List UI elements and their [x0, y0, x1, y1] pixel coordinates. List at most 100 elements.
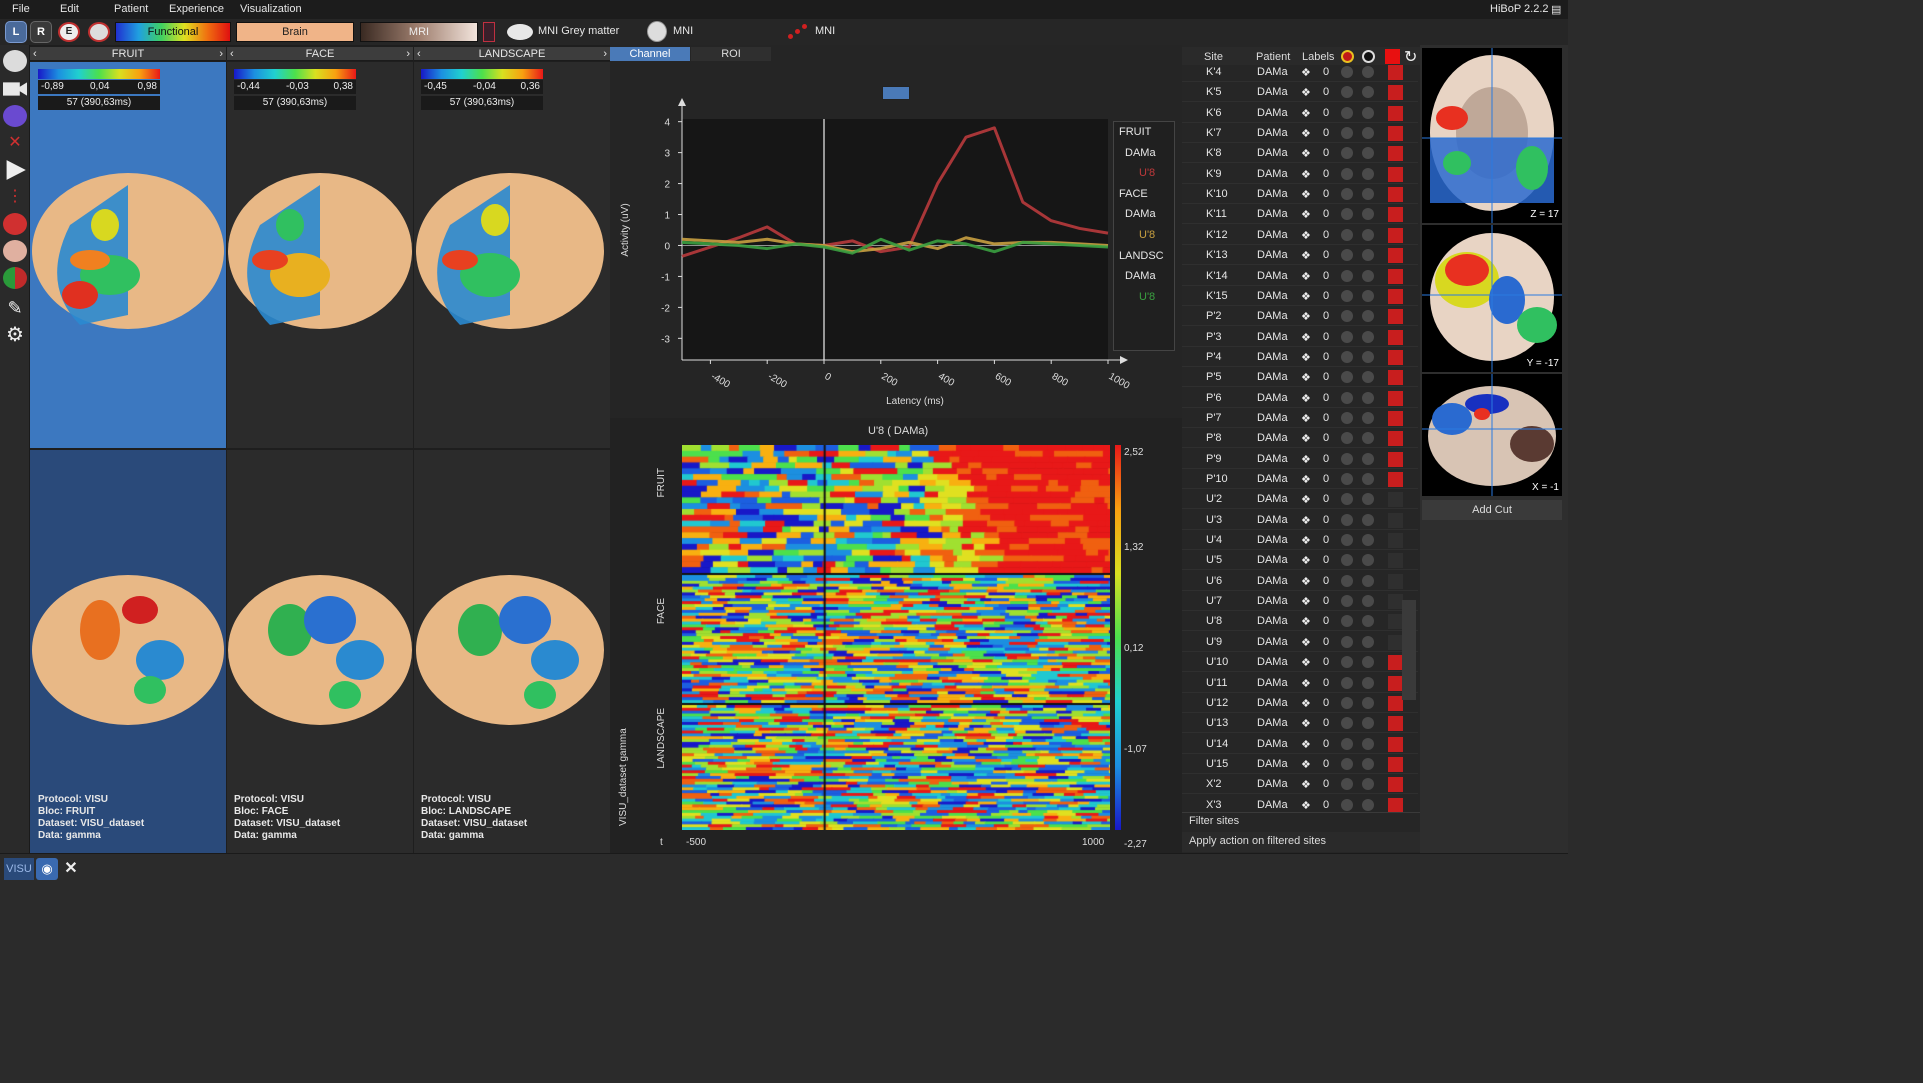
tag-icon[interactable]: ❖: [1301, 799, 1311, 812]
colormap-mri-button[interactable]: MRI: [360, 22, 478, 42]
apply-action-button[interactable]: Apply action on filtered sites: [1182, 832, 1420, 852]
highlight-toggle[interactable]: [1341, 595, 1353, 608]
eye-icon[interactable]: ◉: [36, 858, 58, 880]
tag-icon[interactable]: ❖: [1301, 717, 1311, 730]
highlight-toggle[interactable]: [1341, 432, 1353, 445]
blacklist-toggle[interactable]: [1362, 350, 1374, 363]
blacklist-toggle[interactable]: [1362, 269, 1374, 282]
cut-brain-icon[interactable]: [3, 240, 27, 262]
roi-toggle[interactable]: [1388, 797, 1403, 812]
site-row[interactable]: U'11 DAMa ❖ 0: [1182, 673, 1418, 693]
roi-toggle[interactable]: [1388, 248, 1403, 264]
column-header-landscape[interactable]: ‹ LANDSCAPE ›: [414, 47, 610, 61]
tag-icon[interactable]: ❖: [1301, 432, 1311, 445]
blacklist-toggle[interactable]: [1362, 635, 1374, 648]
blacklist-toggle[interactable]: [1362, 778, 1374, 791]
tag-icon[interactable]: ❖: [1301, 575, 1311, 588]
roi-toggle[interactable]: [1388, 288, 1403, 304]
roi-toggle[interactable]: [1388, 634, 1403, 650]
highlight-toggle[interactable]: [1341, 635, 1353, 648]
blacklist-toggle[interactable]: [1362, 717, 1374, 730]
menu-edit[interactable]: Edit: [60, 3, 79, 15]
highlight-toggle[interactable]: [1341, 656, 1353, 669]
sites-icon[interactable]: [788, 24, 808, 40]
site-row[interactable]: P'2 DAMa ❖ 0: [1182, 306, 1418, 327]
blacklist-toggle[interactable]: [1362, 595, 1374, 608]
blacklist-toggle[interactable]: [1362, 371, 1374, 384]
tag-icon[interactable]: ❖: [1301, 208, 1311, 221]
site-row[interactable]: U'6 DAMa ❖ 0: [1182, 571, 1418, 591]
site-row[interactable]: U'14 DAMa ❖ 0: [1182, 734, 1418, 754]
site-row[interactable]: K'8 DAMa ❖ 0: [1182, 143, 1418, 164]
blacklist-toggle[interactable]: [1362, 534, 1374, 547]
roi-toggle[interactable]: [1388, 655, 1403, 671]
roi-toggle[interactable]: [1388, 594, 1403, 610]
roi-toggle[interactable]: [1388, 207, 1403, 223]
cut-axial[interactable]: Z = 17: [1422, 48, 1562, 223]
tag-icon[interactable]: ❖: [1301, 249, 1311, 262]
prev-column-icon[interactable]: ‹: [33, 47, 37, 61]
tag-icon[interactable]: ❖: [1301, 331, 1311, 344]
tag-icon[interactable]: ❖: [1301, 412, 1311, 425]
tag-icon[interactable]: ❖: [1301, 656, 1311, 669]
site-row[interactable]: K'10 DAMa ❖ 0: [1182, 184, 1418, 205]
mri-icon[interactable]: [647, 21, 667, 42]
tag-icon[interactable]: ❖: [1301, 636, 1311, 649]
visu-scene-tab[interactable]: VISU: [4, 858, 34, 880]
roi-toggle[interactable]: [1388, 146, 1403, 162]
site-row[interactable]: P'9 DAMa ❖ 0: [1182, 449, 1418, 469]
highlight-toggle[interactable]: [1341, 188, 1353, 201]
highlight-toggle[interactable]: [1341, 371, 1353, 384]
site-row[interactable]: U'5 DAMa ❖ 0: [1182, 550, 1418, 571]
remove-sites-icon[interactable]: ✕: [3, 132, 27, 154]
tag-icon[interactable]: ❖: [1301, 371, 1311, 384]
heatmap-canvas[interactable]: [682, 445, 1110, 830]
blacklist-toggle[interactable]: [1362, 310, 1374, 323]
legend-entry[interactable]: FRUIT: [1119, 126, 1151, 138]
legend-entry[interactable]: U'8: [1139, 167, 1155, 179]
blacklist-toggle[interactable]: [1362, 167, 1374, 180]
legend-entry[interactable]: U'8: [1139, 291, 1155, 303]
sites-tool-icon[interactable]: ⋮: [3, 186, 27, 208]
site-row[interactable]: P'8 DAMa ❖ 0: [1182, 428, 1418, 449]
mri-label[interactable]: MNI: [673, 25, 693, 37]
blacklist-toggle[interactable]: [1362, 696, 1374, 709]
tag-icon[interactable]: ❖: [1301, 514, 1311, 527]
roi-toggle[interactable]: [1388, 512, 1403, 528]
site-row[interactable]: U'3 DAMa ❖ 0: [1182, 510, 1418, 530]
site-row[interactable]: X'2 DAMa ❖ 0: [1182, 774, 1418, 795]
site-row[interactable]: K'14 DAMa ❖ 0: [1182, 266, 1418, 286]
site-row[interactable]: U'7 DAMa ❖ 0: [1182, 591, 1418, 612]
tag-icon[interactable]: ❖: [1301, 86, 1311, 99]
tab-roi[interactable]: ROI: [691, 47, 771, 61]
roi-toggle[interactable]: [1388, 187, 1403, 203]
close-icon[interactable]: ✕: [60, 858, 82, 880]
tag-icon[interactable]: ❖: [1301, 229, 1311, 242]
site-row[interactable]: K'5 DAMa ❖ 0: [1182, 82, 1418, 103]
highlight-toggle[interactable]: [1341, 717, 1353, 730]
roi-toggle[interactable]: [1388, 756, 1403, 772]
highlight-toggle[interactable]: [1341, 676, 1353, 689]
tag-icon[interactable]: ❖: [1301, 127, 1311, 140]
site-row[interactable]: P'4 DAMa ❖ 0: [1182, 347, 1418, 367]
colormap-functional-button[interactable]: Functional: [115, 22, 231, 42]
site-row[interactable]: U'9 DAMa ❖ 0: [1182, 632, 1418, 652]
roi-toggle[interactable]: [1388, 65, 1403, 80]
highlight-toggle[interactable]: [1341, 696, 1353, 709]
roi-toggle[interactable]: [1388, 472, 1403, 487]
roi-toggle[interactable]: [1388, 614, 1403, 630]
highlight-toggle[interactable]: [1341, 737, 1353, 750]
roi-toggle[interactable]: [1388, 126, 1403, 142]
legend-entry[interactable]: DAMa: [1125, 208, 1156, 220]
tag-icon[interactable]: ❖: [1301, 168, 1311, 181]
menu-file[interactable]: File: [12, 3, 30, 15]
blacklist-toggle[interactable]: [1362, 86, 1374, 99]
settings-gear-icon[interactable]: ⚙: [3, 324, 27, 346]
roi-toggle[interactable]: [1388, 349, 1403, 365]
roi-toggle[interactable]: [1388, 777, 1403, 793]
site-row[interactable]: K'7 DAMa ❖ 0: [1182, 123, 1418, 144]
site-row[interactable]: P'6 DAMa ❖ 0: [1182, 388, 1418, 408]
legend-entry[interactable]: FACE: [1119, 188, 1148, 200]
tag-icon[interactable]: ❖: [1301, 758, 1311, 771]
roi-toggle[interactable]: [1388, 370, 1403, 386]
